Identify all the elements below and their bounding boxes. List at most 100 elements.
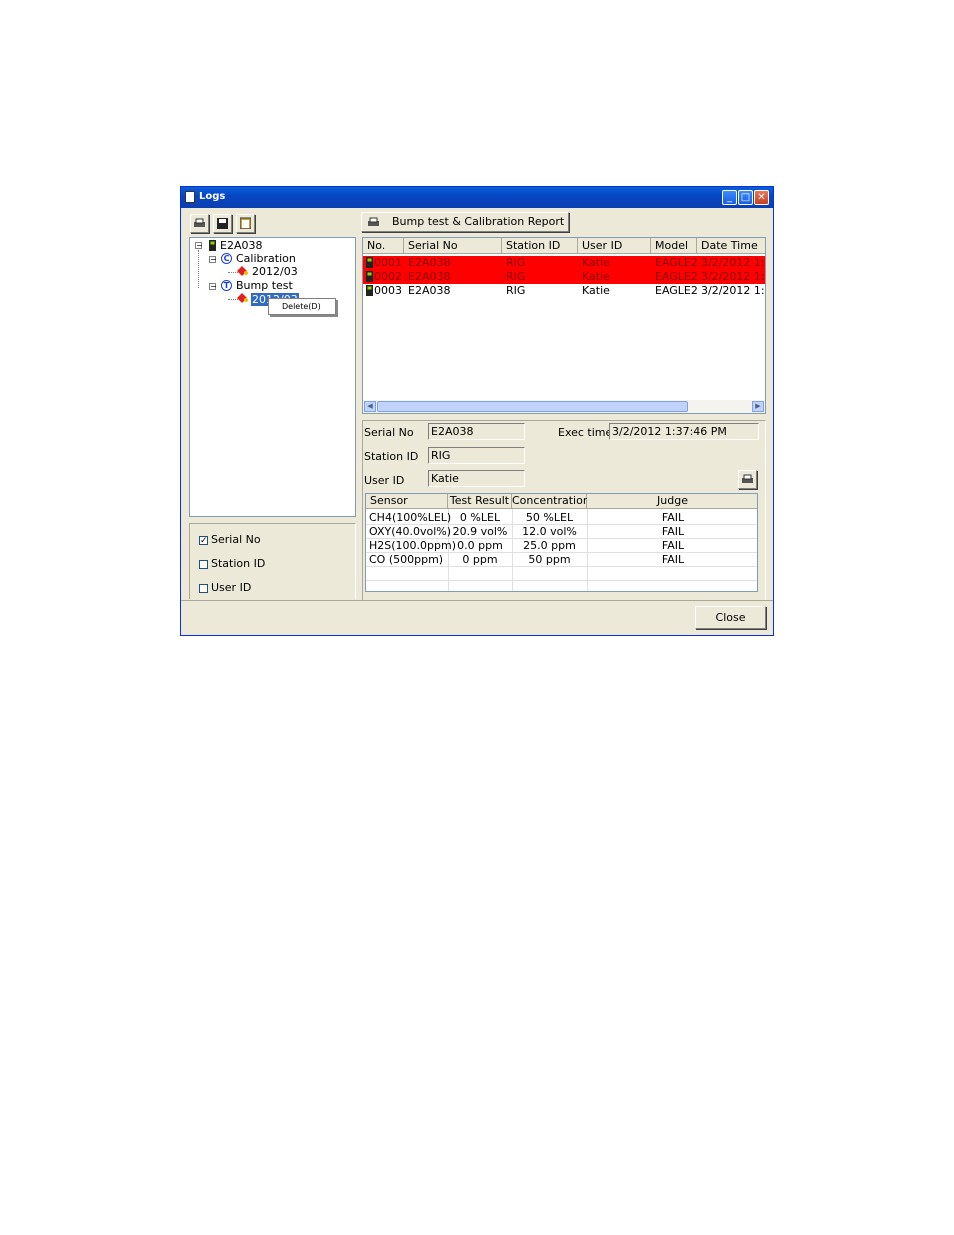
col-date-time[interactable]: Date Time [697,238,765,254]
printer-icon [194,218,205,227]
minimize-button[interactable]: _ [722,190,737,205]
result-value: 20.9 vol% [452,525,508,538]
result-judge: FAIL [661,511,685,524]
station-id-filter-label: Station ID [211,557,266,570]
delete-menu-item[interactable]: Delete(D) [282,302,321,311]
app-icon [185,191,195,203]
result-judge: FAIL [661,539,685,552]
floppy-disk-icon [217,218,228,229]
result-concentration: 50 ppm [528,553,571,566]
title-bar[interactable]: Logs _ □ ✕ [181,187,773,208]
results-grid[interactable]: Sensor Test Result Concentration Judge C… [365,493,758,592]
close-button[interactable]: Close [695,606,766,629]
station-id-checkbox[interactable] [199,560,208,569]
tree-node-calibration[interactable]: Calibration [236,252,296,265]
log-row-no: 0003 [374,284,402,297]
col-serial-no[interactable]: Serial No [404,238,502,254]
tree-panel[interactable]: − E2A038 − C Calibration 2012/03 − T Bum… [189,237,356,517]
log-row-datetime: 3/2/2012 1:3 [701,256,766,269]
expander-calibration[interactable]: − [209,256,217,264]
expander-bump-test[interactable]: − [209,283,217,291]
window-title: Logs [199,191,226,202]
col-judge[interactable]: Judge [587,494,757,509]
log-row-user: Katie [582,270,610,283]
log-row-serial: E2A038 [408,256,451,269]
user-id-checkbox[interactable] [199,584,208,593]
tree-node-bump-test[interactable]: Bump test [236,279,293,292]
serial-no-filter-label: Serial No [211,533,261,546]
result-sensor: OXY(40.0vol%) [369,525,452,538]
log-row-no: 0001 [374,256,402,269]
col-station-id[interactable]: Station ID [502,238,578,254]
instrument-icon [366,257,373,268]
exec-time-field: 3/2/2012 1:37:46 PM [609,423,759,440]
log-row-user: Katie [582,284,610,297]
result-judge: FAIL [661,553,685,566]
result-concentration: 25.0 ppm [523,539,576,552]
printer-icon [742,474,753,483]
col-no[interactable]: No. [363,238,404,254]
log-row-station: RIG [506,284,526,297]
log-row-model: EAGLE2 [655,256,698,269]
serial-no-field: E2A038 [428,423,525,440]
log-row-datetime: 3/2/2012 1:4 [701,284,766,297]
result-judge: FAIL [661,525,685,538]
user-id-filter-label: User ID [211,581,252,594]
log-row[interactable]: 0001 E2A038 RIG Katie EAGLE2 3/2/2012 1:… [363,256,766,270]
exec-time-label: Exec time [558,426,613,439]
log-row[interactable]: 0003 E2A038 RIG Katie EAGLE2 3/2/2012 1:… [363,284,766,298]
log-row-no: 0002 [374,270,402,283]
col-concentration[interactable]: Concentration [512,494,590,509]
result-row[interactable]: CO (500ppm) 0 ppm 50 ppm FAIL [366,553,757,567]
log-list[interactable]: No. Serial No Station ID User ID Model D… [362,237,766,414]
serial-no-checkbox[interactable]: ✓ [199,536,208,546]
result-value: 0.0 ppm [457,539,503,552]
log-row-station: RIG [506,270,526,283]
station-id-label: Station ID [364,450,419,463]
log-row-model: EAGLE2 [655,284,698,297]
expander-root[interactable]: − [195,242,203,250]
col-test-result[interactable]: Test Result [448,494,512,509]
context-menu: Delete(D) [268,298,336,315]
col-model[interactable]: Model [651,238,697,254]
instrument-icon [366,271,373,282]
tree-root-label[interactable]: E2A038 [220,239,262,252]
col-user-id[interactable]: User ID [578,238,651,254]
result-value: 0 %LEL [459,511,501,524]
result-row-empty [366,581,757,591]
scroll-left-arrow[interactable]: ◀ [364,401,376,412]
result-value: 0 ppm [462,553,498,566]
result-row[interactable]: OXY(40.0vol%) 20.9 vol% 12.0 vol% FAIL [366,525,757,539]
log-row-datetime: 3/2/2012 1:4 [701,270,766,283]
print-detail-button[interactable] [738,470,757,489]
calibration-icon: C [221,253,232,264]
log-row-station: RIG [506,256,526,269]
result-row[interactable]: CH4(100%LEL) 0 %LEL 50 %LEL FAIL [366,511,757,525]
print-button[interactable] [190,214,209,233]
result-row[interactable]: H2S(100.0ppm) 0.0 ppm 25.0 ppm FAIL [366,539,757,553]
col-sensor[interactable]: Sensor [366,494,448,509]
close-window-button[interactable]: ✕ [754,190,769,205]
result-row-empty [366,567,757,581]
horizontal-scrollbar[interactable]: ◀ ▶ [363,400,765,413]
detail-panel: Serial No E2A038 Exec time 3/2/2012 1:37… [362,420,766,600]
log-entry-icon [237,293,248,303]
serial-no-label: Serial No [364,426,414,439]
clipboard-button[interactable] [236,214,255,233]
report-button[interactable]: Bump test & Calibration Report [361,212,569,232]
station-id-field: RIG [428,447,525,464]
result-sensor: CH4(100%LEL) [369,511,452,524]
result-concentration: 50 %LEL [525,511,574,524]
logs-window: Logs _ □ ✕ Bump test & Calibration Repor… [180,186,774,636]
log-row-serial: E2A038 [408,270,451,283]
log-row[interactable]: 0002 E2A038 RIG Katie EAGLE2 3/2/2012 1:… [363,270,766,284]
scroll-right-arrow[interactable]: ▶ [752,401,764,412]
scrollbar-thumb[interactable] [377,401,688,412]
filter-panel: ✓ Serial No Station ID User ID [189,523,356,599]
maximize-button[interactable]: □ [738,190,753,205]
result-concentration: 12.0 vol% [522,525,577,538]
user-id-field: Katie [428,470,525,487]
tree-node-calibration-date[interactable]: 2012/03 [252,265,298,278]
save-button[interactable] [213,214,232,233]
instrument-icon [366,285,373,296]
